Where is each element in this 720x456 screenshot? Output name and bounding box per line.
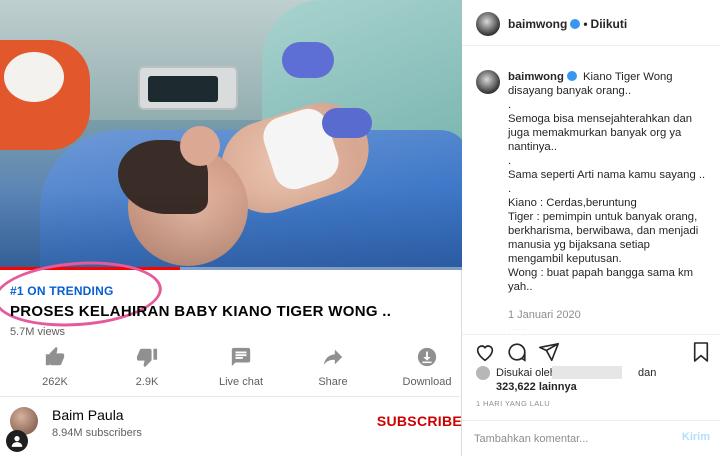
caption-text: baimwong Kiano Tiger Wong disayang banyak…	[508, 70, 708, 294]
caption-area: baimwong Kiano Tiger Wong disayang banyak…	[462, 58, 720, 330]
redacted-username	[552, 366, 622, 379]
subscribe-button[interactable]: SUBSCRIBE	[377, 413, 462, 429]
caption-username[interactable]: baimwong	[508, 71, 564, 83]
caption-line: yah..	[508, 281, 533, 293]
caption-line: Kiano : Cerdas,beruntung	[508, 197, 637, 209]
post-comment-button[interactable]: Kirim	[682, 431, 710, 443]
likes-count[interactable]: 323,622 lainnya	[496, 381, 577, 393]
caption-line: .	[508, 99, 512, 111]
caption-line: manusia yg bijaksana setiap	[508, 239, 650, 251]
caption-line: Kiano Tiger Wong	[583, 71, 673, 83]
and-label: dan	[638, 367, 657, 379]
comment-bar: Kirim	[462, 420, 720, 456]
youtube-panel: #1 ON TRENDING PROSES KELAHIRAN BABY KIA…	[0, 0, 462, 456]
separator-dot: •	[583, 17, 588, 31]
caption-line: .	[508, 183, 512, 195]
bookmark-icon[interactable]	[692, 341, 710, 363]
live-chat-label: Live chat	[218, 376, 264, 388]
share-icon	[323, 349, 343, 365]
verified-badge-icon	[566, 71, 577, 82]
view-count: 5.7M views	[10, 326, 66, 338]
like-count: 262K	[42, 376, 68, 388]
comment-input[interactable]	[474, 431, 664, 447]
header-avatar[interactable]	[476, 12, 500, 36]
heart-icon[interactable]	[474, 341, 496, 363]
subscriber-count: 8.94M subscribers	[52, 427, 142, 439]
caption-line: Wong : buat papah bangga sama km	[508, 267, 694, 279]
follow-button[interactable]: Diikuti	[591, 17, 628, 31]
share-button[interactable]: Share	[298, 346, 368, 388]
caption-line: Tiger : pemimpin untuk banyak orang,	[508, 211, 698, 223]
chat-icon	[231, 347, 251, 367]
instagram-panel: baimwong • Diikuti baimwong Kiano Tiger Wo…	[462, 0, 720, 456]
thumbs-down-icon	[136, 348, 158, 368]
verified-badge-icon	[570, 18, 581, 29]
header-user-line: baimwong • Diikuti	[508, 17, 627, 31]
caption-more: ......	[508, 322, 527, 330]
share-plane-icon[interactable]	[538, 341, 560, 363]
post-timestamp: 1 HARI YANG LALU	[476, 399, 551, 408]
liker-avatar[interactable]	[476, 366, 490, 380]
post-header: baimwong • Diikuti	[462, 0, 720, 46]
liked-by-label: Disukai oleh	[496, 367, 556, 379]
like-button[interactable]: 262K	[20, 346, 90, 388]
caption-line: mengambil keputusan.	[508, 253, 622, 265]
caption-line: Sama seperti Arti nama kamu sayang ..	[508, 169, 706, 181]
video-actions: 262K 2.9K Live chat Share Download	[20, 346, 460, 392]
live-chat-button[interactable]: Live chat	[206, 346, 276, 388]
trending-label[interactable]: #1 ON TRENDING	[10, 284, 113, 298]
caption-line: juga memakmurkan banyak org ya	[508, 127, 682, 139]
channel-name[interactable]: Baim Paula	[52, 407, 124, 423]
caption-avatar[interactable]	[476, 70, 500, 94]
likes-row: Disukai oleh dan 323,622 lainnya	[476, 366, 716, 396]
caption-line: disayang banyak orang..	[508, 85, 632, 97]
profile-button[interactable]	[6, 430, 28, 452]
thumbs-up-icon	[45, 346, 65, 366]
post-actions	[462, 334, 720, 368]
comment-icon[interactable]	[506, 341, 528, 363]
caption-line: berkharisma, berwibawa, dan menjadi	[508, 225, 699, 237]
video-shade	[0, 0, 462, 270]
video-title: PROSES KELAHIRAN BABY KIANO TIGER WONG .…	[10, 303, 392, 320]
share-label: Share	[318, 376, 348, 388]
caption-line: .	[508, 155, 512, 167]
dislike-button[interactable]: 2.9K	[112, 346, 182, 388]
caption-line: nantinya..	[508, 141, 557, 153]
download-label: Download	[402, 376, 452, 388]
caption-line: Semoga bisa mensejahterahkan dan	[508, 113, 693, 125]
header-username[interactable]: baimwong	[508, 17, 567, 31]
person-icon	[11, 436, 23, 447]
caption-date: 1 Januari 2020	[508, 309, 581, 321]
video-player[interactable]	[0, 0, 462, 270]
dislike-count: 2.9K	[135, 376, 159, 388]
channel-row: Baim Paula 8.94M subscribers SUBSCRIBE	[0, 396, 462, 456]
download-button[interactable]: Download	[392, 346, 462, 388]
download-icon	[417, 347, 437, 367]
